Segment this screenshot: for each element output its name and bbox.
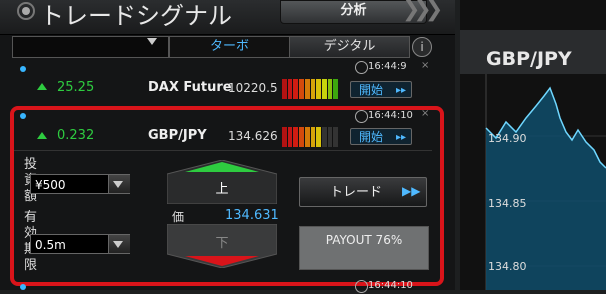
row-symbol: DAX Future xyxy=(148,80,232,95)
price-tick: 134.80 xyxy=(488,260,527,273)
start-button[interactable]: 開始 xyxy=(350,81,412,99)
price-tick: 134.85 xyxy=(488,197,527,210)
tab-turbo[interactable]: ターボ xyxy=(169,36,290,58)
tab-digital[interactable]: デジタル xyxy=(289,36,410,58)
price-label: 価 xyxy=(172,210,185,224)
tab-bar: ターボ デジタル xyxy=(12,36,432,58)
row-time: 16:44:10 xyxy=(368,280,413,291)
double-arrow-icon: ▶▶ xyxy=(402,184,421,198)
up-button[interactable]: 上 xyxy=(166,159,278,205)
chevron-right-icon: ❯❯❯ xyxy=(402,0,443,22)
panel-title: トレードシグナル xyxy=(40,2,232,30)
close-icon[interactable]: × xyxy=(421,108,429,119)
trend-up-icon xyxy=(37,83,47,90)
price-tick: 134.90 xyxy=(488,132,527,145)
row-price: 10220.5 xyxy=(228,81,278,95)
clock-icon xyxy=(355,61,368,74)
row-symbol: GBP/JPY xyxy=(148,128,207,143)
down-label: 下 xyxy=(215,236,229,251)
current-price: 134.631 xyxy=(225,208,279,223)
row-price: 134.626 xyxy=(228,129,278,143)
trend-up-icon xyxy=(37,132,47,139)
row-status-dot xyxy=(20,66,26,72)
clock-icon xyxy=(355,110,368,123)
row-status-dot xyxy=(20,113,26,119)
dropdown-arrow-icon xyxy=(147,38,157,45)
chart-symbol: GBP/JPY xyxy=(486,48,572,70)
info-icon[interactable]: i xyxy=(412,37,432,57)
start-button[interactable]: 開始 xyxy=(350,128,412,146)
signal-strength-bars xyxy=(282,127,339,147)
payout-display: PAYOUT 76% xyxy=(299,226,429,270)
row-status-dot xyxy=(20,284,26,290)
chevron-down-icon xyxy=(113,241,123,248)
chevron-down-icon xyxy=(113,181,123,188)
row-change: 25.25 xyxy=(57,80,95,95)
row-change: 0.232 xyxy=(57,128,95,143)
clock-icon xyxy=(355,280,368,293)
down-button[interactable]: 下 xyxy=(166,223,278,269)
signal-strength-bars xyxy=(282,79,339,99)
row-time: 16:44:9 xyxy=(368,61,407,72)
row-time: 16:44:10 xyxy=(368,110,413,121)
panel-radio-icon[interactable] xyxy=(17,2,35,20)
up-label: 上 xyxy=(215,182,229,197)
close-icon[interactable]: × xyxy=(421,60,429,71)
asset-dropdown[interactable] xyxy=(12,36,169,58)
divider xyxy=(14,150,432,151)
